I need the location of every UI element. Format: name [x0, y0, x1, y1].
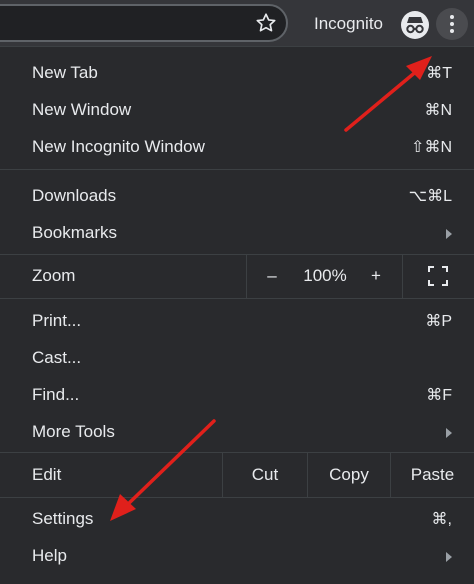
menu-item-find[interactable]: Find... ⌘F [0, 376, 474, 413]
zoom-out-button[interactable]: – [262, 266, 282, 286]
cut-button[interactable]: Cut [223, 465, 307, 485]
menu-item-help[interactable]: Help [0, 537, 474, 574]
incognito-icon[interactable] [400, 10, 430, 40]
shortcut-text: ⇧⌘N [411, 139, 452, 156]
shortcut-text: ⌘F [426, 387, 452, 404]
menu-item-settings[interactable]: Settings ⌘, [0, 500, 474, 537]
bookmark-star-icon[interactable] [255, 12, 277, 34]
address-bar[interactable] [0, 4, 288, 42]
submenu-arrow-icon [446, 229, 452, 239]
menu-item-label: New Tab [32, 63, 98, 82]
menu-item-downloads[interactable]: Downloads ⌥⌘L [0, 177, 474, 214]
menu-item-label: Bookmarks [32, 223, 118, 242]
menu-item-label: Downloads [32, 186, 117, 205]
paste-button[interactable]: Paste [391, 465, 474, 485]
menu-item-bookmarks[interactable]: Bookmarks [0, 214, 474, 251]
menu-item-label: New Incognito Window [32, 137, 205, 156]
menu-dot-icon [450, 22, 454, 26]
menu-item-label: Cast... [32, 348, 82, 367]
menu-divider [0, 169, 474, 170]
menu-item-print[interactable]: Print... ⌘P [0, 302, 474, 339]
menu-item-cast[interactable]: Cast... [0, 339, 474, 376]
submenu-arrow-icon [446, 552, 452, 562]
copy-button[interactable]: Copy [308, 465, 390, 485]
shortcut-text: ⌥⌘L [408, 188, 452, 205]
menu-divider [0, 497, 474, 498]
menu-item-label: Settings [32, 509, 94, 528]
edit-row: Edit Cut Copy Paste [0, 453, 474, 497]
menu-item-new-incognito-window[interactable]: New Incognito Window ⇧⌘N [0, 128, 474, 165]
menu-item-more-tools[interactable]: More Tools [0, 413, 474, 450]
zoom-divider [246, 254, 247, 298]
zoom-in-button[interactable]: + [366, 266, 386, 286]
shortcut-text: ⌘N [424, 102, 452, 119]
chrome-main-menu: New Tab ⌘T New Window ⌘N New Incognito W… [0, 46, 474, 584]
menu-item-label: New Window [32, 100, 132, 119]
browser-toolbar: Incognito [0, 0, 474, 50]
menu-divider [0, 298, 474, 299]
zoom-level: 100% [303, 266, 347, 285]
menu-dot-icon [450, 29, 454, 33]
zoom-divider [402, 254, 403, 298]
menu-item-label: Print... [32, 311, 82, 330]
menu-item-label: Find... [32, 385, 80, 404]
zoom-row: Zoom – 100% + [0, 254, 474, 298]
chrome-menu-button[interactable] [436, 8, 468, 40]
menu-item-label: More Tools [32, 422, 115, 441]
menu-item-new-tab[interactable]: New Tab ⌘T [0, 54, 474, 91]
shortcut-text: ⌘P [425, 313, 452, 330]
incognito-label: Incognito [314, 14, 383, 33]
fullscreen-icon[interactable] [427, 265, 449, 287]
menu-item-new-window[interactable]: New Window ⌘N [0, 91, 474, 128]
edit-label: Edit [32, 465, 62, 484]
submenu-arrow-icon [446, 428, 452, 438]
menu-dot-icon [450, 15, 454, 19]
zoom-label: Zoom [32, 266, 76, 285]
shortcut-text: ⌘T [426, 65, 452, 82]
menu-item-label: Help [32, 546, 67, 565]
shortcut-text: ⌘, [431, 511, 452, 528]
